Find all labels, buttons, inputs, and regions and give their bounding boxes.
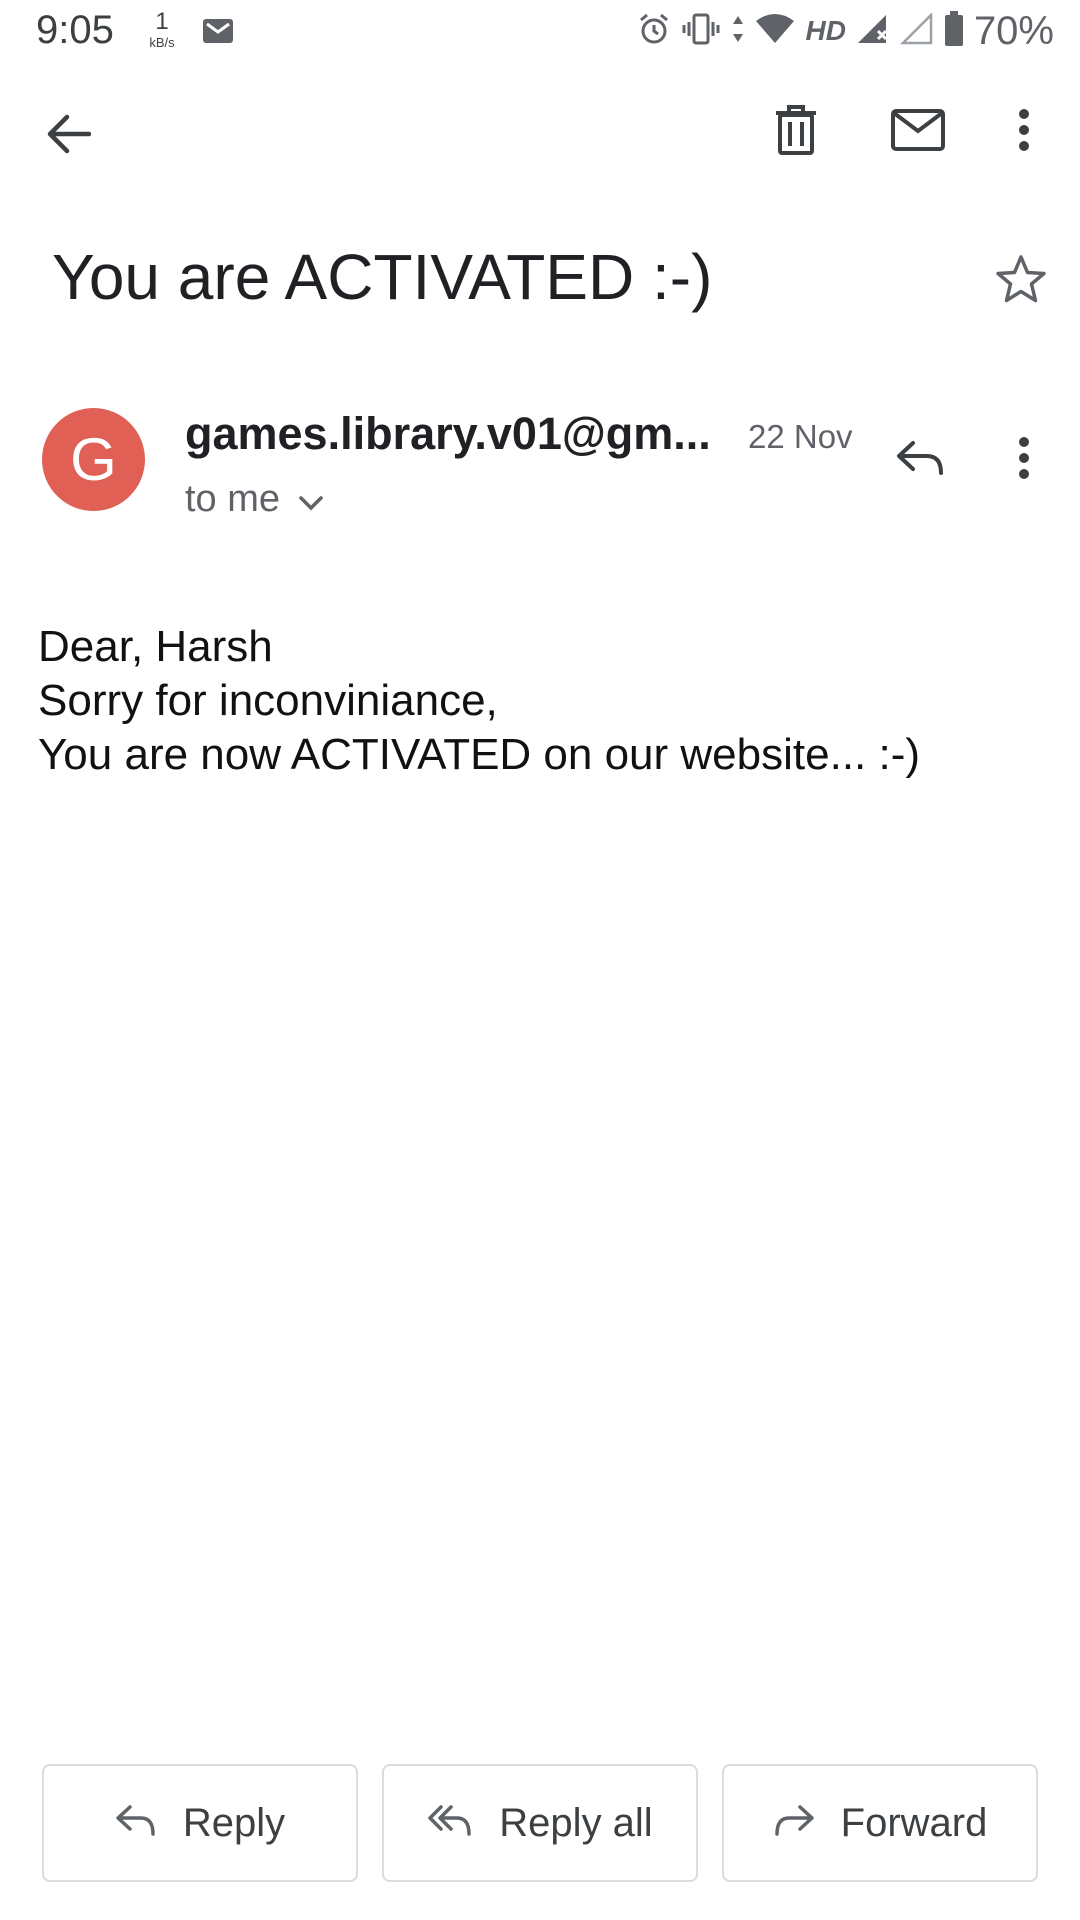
- body-line: You are now ACTIVATED on our website... …: [38, 730, 921, 779]
- email-subject: You are ACTIVATED :-): [52, 241, 713, 313]
- gmail-notification-icon: [202, 18, 234, 49]
- battery-icon: [944, 10, 964, 52]
- body-line: Sorry for inconviniance,: [38, 676, 498, 725]
- signal-empty-icon: [899, 11, 934, 50]
- reply-icon-button[interactable]: [888, 428, 952, 492]
- vibrate-icon: [681, 12, 721, 51]
- recipient-details-toggle[interactable]: to me: [185, 478, 324, 521]
- signal-icon: [856, 13, 890, 50]
- sender-address[interactable]: games.library.v01@gm...: [185, 408, 711, 460]
- delete-button[interactable]: [764, 100, 828, 164]
- battery-percent: 70%: [973, 8, 1054, 53]
- reply-icon: [895, 439, 945, 482]
- email-body: Dear, Harsh Sorry for inconviniance, You…: [38, 620, 920, 782]
- reply-button[interactable]: Reply: [42, 1764, 358, 1882]
- trash-icon: [775, 104, 817, 160]
- body-line: Dear, Harsh: [38, 622, 273, 671]
- reply-button-label: Reply: [182, 1800, 286, 1845]
- avatar[interactable]: G: [42, 408, 145, 511]
- more-options-button[interactable]: [1004, 100, 1044, 164]
- wifi-icon: [755, 13, 795, 50]
- more-vert-icon: [1018, 436, 1030, 485]
- mail-icon: [891, 108, 945, 156]
- message-more-options-button[interactable]: [1004, 428, 1044, 492]
- data-activity-icon: [731, 12, 745, 51]
- forward-button-label: Forward: [840, 1800, 988, 1845]
- forward-icon: [773, 1801, 815, 1846]
- network-speed-value: 1: [155, 8, 169, 35]
- star-button[interactable]: [995, 254, 1047, 309]
- more-vert-icon: [1018, 108, 1030, 157]
- status-time: 9:05: [36, 8, 114, 52]
- alarm-icon: [637, 12, 671, 51]
- network-label: HD: [805, 15, 846, 46]
- reply-all-button-label: Reply all: [499, 1800, 653, 1845]
- email-date: 22 Nov: [748, 418, 853, 455]
- reply-all-button[interactable]: Reply all: [382, 1764, 698, 1882]
- back-button[interactable]: [36, 104, 100, 168]
- reply-all-icon: [427, 1801, 473, 1846]
- reply-icon: [115, 1801, 157, 1846]
- mark-unread-button[interactable]: [886, 100, 950, 164]
- status-bar: 9:05 1 kB/s HD 70%: [0, 0, 1080, 64]
- network-speed: 1 kB/s: [142, 8, 182, 50]
- star-icon: [995, 255, 1047, 308]
- recipient-label: to me: [185, 478, 281, 520]
- status-icons: HD 70%: [637, 6, 1054, 56]
- arrow-back-icon: [45, 114, 92, 159]
- network-speed-unit: kB/s: [149, 35, 175, 50]
- forward-button[interactable]: Forward: [722, 1764, 1038, 1882]
- chevron-down-icon: [298, 478, 324, 521]
